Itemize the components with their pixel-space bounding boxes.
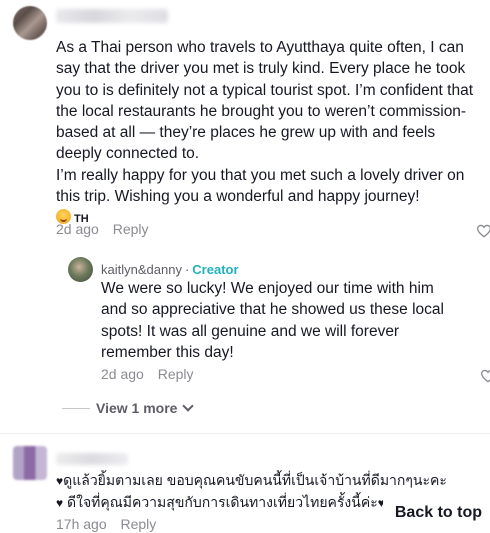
view-more-replies-button[interactable]: View 1 more — [62, 400, 195, 416]
creator-avatar[interactable] — [68, 257, 93, 282]
reply-text: We were so lucky! We enjoyed our time wi… — [101, 280, 444, 361]
separator-dot: · — [184, 262, 190, 277]
comment-text: As a Thai person who travels to Ayutthay… — [56, 37, 476, 231]
comment-timestamp: 2d ago — [56, 221, 99, 237]
view-more-label: View 1 more — [96, 400, 178, 416]
reply-timestamp: 2d ago — [101, 366, 144, 382]
like-heart-icon[interactable] — [476, 223, 490, 239]
reply-author-name[interactable]: kaitlyn&danny — [101, 262, 182, 277]
comment-paragraph: ♥ดูแล้วยิ้มตามเลย ขอบคุณคนขับคนนี้ที่เป็… — [56, 470, 476, 492]
comment-meta: 17h ago Reply — [56, 516, 156, 532]
reply-button[interactable]: Reply — [121, 516, 157, 532]
reply-author-line: kaitlyn&danny · Creator — [101, 262, 239, 277]
commenter-avatar[interactable] — [13, 446, 47, 480]
comment-line: ดูแล้วยิ้มตามเลย ขอบคุณคนขับคนนี้ที่เป็น… — [63, 472, 447, 488]
reply-button[interactable]: Reply — [158, 366, 194, 382]
reply-button[interactable]: Reply — [113, 221, 149, 237]
divider-line — [62, 408, 90, 409]
comment-timestamp: 17h ago — [56, 516, 107, 532]
comment-paragraph: I’m really happy for you that you met su… — [56, 166, 465, 206]
creator-badge: Creator — [192, 262, 239, 277]
commenter-name-blurred[interactable] — [56, 453, 128, 465]
comment-meta: 2d ago Reply — [56, 221, 149, 237]
comment-divider — [0, 433, 490, 434]
like-heart-icon[interactable] — [480, 368, 490, 384]
chevron-down-icon — [182, 400, 195, 412]
commenter-name-blurred[interactable] — [56, 9, 168, 23]
comment-line: ดีใจที่คุณมีความสุขกับการเดินทางเที่ยวไท… — [67, 494, 378, 510]
commenter-avatar[interactable] — [13, 6, 47, 40]
comment-paragraph: As a Thai person who travels to Ayutthay… — [56, 39, 473, 163]
black-heart-icon: ♥ — [56, 496, 64, 510]
reply-meta: 2d ago Reply — [101, 366, 194, 382]
back-to-top-button[interactable]: Back to top — [382, 498, 490, 528]
